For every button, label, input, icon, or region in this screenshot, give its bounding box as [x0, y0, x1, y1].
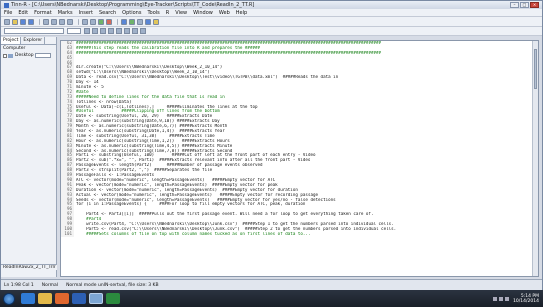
bookmark-icon[interactable] [132, 28, 138, 34]
file-tab[interactable]: ReadInRaw2x_2_TT_Trlr [1, 264, 57, 270]
menu-insert[interactable]: Insert [79, 10, 93, 16]
editor-pane[interactable]: 62 ######################################… [60, 40, 539, 277]
tab-project[interactable]: Project [1, 37, 22, 44]
main-toolbar [1, 17, 542, 27]
paste-icon[interactable] [67, 18, 73, 25]
save-all-icon[interactable] [28, 18, 34, 25]
web-icon[interactable] [153, 18, 159, 25]
menu-window[interactable]: Window [193, 10, 213, 16]
app-icon [4, 2, 9, 8]
r-stop-icon[interactable] [137, 18, 143, 25]
undo-icon[interactable] [82, 18, 88, 25]
start-button[interactable] [3, 292, 15, 305]
clock[interactable]: 5:14 PM 10/14/2014 [513, 294, 539, 304]
tinn-r-taskbar-icon[interactable] [89, 293, 103, 304]
clock-date: 10/14/2014 [513, 298, 539, 304]
size-combo[interactable] [67, 28, 81, 34]
replace-icon[interactable] [106, 18, 112, 25]
minimize-button[interactable]: – [510, 2, 519, 8]
print-icon[interactable] [43, 18, 49, 25]
menu-search[interactable]: Search [99, 10, 116, 16]
panel-tabs: Project Explorer [1, 37, 56, 45]
tab-explorer[interactable]: Explorer [21, 37, 46, 44]
panel-subtab: Computer [1, 45, 56, 52]
tinn-r-window: Tinn-R - [C:\Users\NBednarski\Desktop\Pr… [0, 0, 543, 290]
r-send-icon[interactable] [121, 18, 127, 25]
cursor-position: Ln 1:98 Col 1 [4, 282, 34, 288]
vertical-scrollbar[interactable] [532, 41, 538, 276]
toolbar-separator [39, 18, 40, 25]
drive-label: Desktop [15, 53, 34, 58]
menu-bar: File Edit Format Marks Insert Search Opt… [1, 9, 542, 17]
uncomment-icon[interactable] [124, 28, 130, 34]
code-text: Part4 <- Part3[[i]] #####Pulls out the f… [76, 212, 374, 217]
indent-icon[interactable] [100, 28, 106, 34]
code-text: Data <- read.csv("C:\\Users\\NBednarski\… [76, 75, 339, 80]
file-info: Normal mode unIN-sertval, file size: 3 K… [66, 282, 159, 288]
maximize-button[interactable]: □ [520, 2, 529, 8]
volume-icon[interactable] [499, 296, 504, 301]
open-folder-icon[interactable] [12, 18, 18, 25]
menu-help[interactable]: Help [236, 10, 247, 16]
help-icon[interactable] [145, 18, 151, 25]
workspace: Project Explorer Computer Desktop 62 ####… [1, 37, 542, 277]
drive-selector-row: Desktop [1, 52, 56, 59]
code-text: ########################################… [76, 50, 382, 55]
copy-icon[interactable] [59, 18, 65, 25]
window-title: Tinn-R - [C:\Users\NBednarski\Desktop\Pr… [11, 2, 255, 8]
toolbar-separator [117, 18, 118, 25]
menu-web[interactable]: Web [219, 10, 230, 16]
file-explorer-icon[interactable] [38, 293, 52, 304]
outdent-icon[interactable] [108, 28, 114, 34]
bookmark-next-icon[interactable] [140, 28, 146, 34]
network-icon[interactable] [493, 296, 498, 301]
menu-tools[interactable]: Tools [147, 10, 159, 16]
new-file-icon[interactable] [4, 18, 10, 25]
tools-panel: Project Explorer Computer Desktop [1, 37, 57, 277]
search-icon[interactable] [98, 18, 104, 25]
cut-icon[interactable] [51, 18, 57, 25]
code-text: #####Sets columns of file on top with co… [76, 231, 311, 236]
code-editor[interactable]: 62 ######################################… [61, 41, 532, 276]
taskbar: 5:14 PM 10/14/2014 [0, 290, 543, 307]
media-player-icon[interactable] [55, 293, 69, 304]
line-number: 101 [61, 231, 74, 237]
bold-icon[interactable] [84, 28, 90, 34]
syntax-combo[interactable] [4, 28, 64, 34]
toolbar-separator [78, 18, 79, 25]
internet-explorer-icon[interactable] [21, 293, 35, 304]
menu-options[interactable]: Options [122, 10, 141, 16]
desktop-icon [8, 53, 13, 58]
title-bar: Tinn-R - [C:\Users\NBednarski\Desktop\Pr… [1, 1, 542, 9]
menu-view[interactable]: View [175, 10, 187, 16]
drive-dropdown[interactable] [34, 53, 51, 58]
status-bar: Ln 1:98 Col 1 Normal Normal mode unIN-se… [1, 279, 542, 290]
power-icon[interactable] [505, 296, 510, 301]
code-text: for (i in 1:PassageEvents) { ####For loo… [76, 202, 306, 207]
redo-icon[interactable] [90, 18, 96, 25]
italic-icon[interactable] [92, 28, 98, 34]
menu-file[interactable]: File [4, 10, 12, 16]
code-line[interactable]: 101 #####Sets columns of file on top wit… [61, 231, 532, 237]
excel-icon[interactable] [106, 293, 120, 304]
edit-mode: Normal [41, 282, 59, 288]
save-icon[interactable] [20, 18, 26, 25]
secondary-toolbar [1, 27, 542, 36]
comment-icon[interactable] [116, 28, 122, 34]
tab-computer[interactable]: Computer [3, 46, 25, 51]
menu-marks[interactable]: Marks [58, 10, 73, 16]
menu-r[interactable]: R [166, 10, 169, 16]
r-run-icon[interactable] [129, 18, 135, 25]
view-toggle-icon[interactable] [3, 53, 7, 58]
word-icon[interactable] [72, 293, 86, 304]
menu-edit[interactable]: Edit [18, 10, 28, 16]
scrollbar-thumb[interactable] [534, 49, 537, 89]
system-tray: 5:14 PM 10/14/2014 [491, 294, 543, 304]
menu-format[interactable]: Format [34, 10, 52, 16]
close-button[interactable]: × [530, 2, 539, 8]
